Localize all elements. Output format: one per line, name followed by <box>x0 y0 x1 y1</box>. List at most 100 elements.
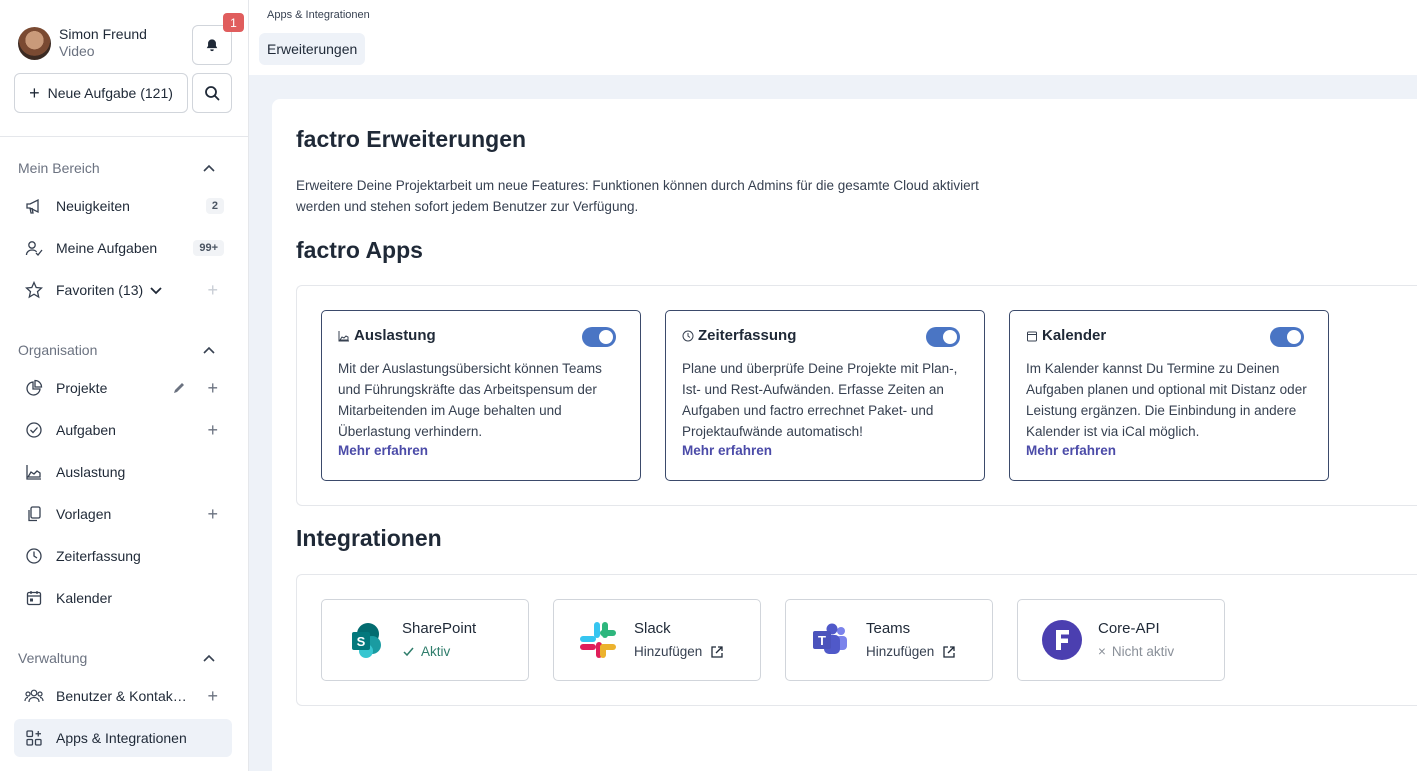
check-icon <box>403 647 414 657</box>
app-description: Im Kalender kannst Du Termine zu Deinen … <box>1026 361 1307 439</box>
count-badge: 2 <box>205 198 224 214</box>
user-name: Simon Freund <box>59 26 147 42</box>
app-description: Mit der Auslastungsübersicht können Team… <box>338 361 602 439</box>
integration-name: Core-API <box>1098 620 1160 637</box>
app-more-link[interactable]: Mehr erfahren <box>682 443 772 458</box>
add-template-button[interactable]: + <box>207 504 218 525</box>
sidebar-item-label: Neuigkeiten <box>56 198 130 214</box>
sidebar-item-label: Projekte <box>56 380 108 396</box>
external-link-icon <box>711 645 723 658</box>
area-chart-icon <box>338 330 350 342</box>
integration-status-label: Nicht aktiv <box>1111 644 1175 659</box>
calendar-icon <box>24 588 44 608</box>
integrations-section-title: Integrationen <box>296 525 442 551</box>
user-role: Video <box>59 43 95 59</box>
app-toggle[interactable] <box>1270 327 1304 347</box>
user-check-icon <box>24 238 44 258</box>
section-organisation: Organisation <box>18 342 98 358</box>
app-title: Kalender <box>1042 327 1107 344</box>
area-chart-icon <box>24 462 44 482</box>
chevron-up-icon[interactable] <box>202 343 216 357</box>
chevron-down-icon[interactable] <box>149 283 163 297</box>
search-button[interactable] <box>192 73 232 113</box>
integration-status: Hinzufügen <box>634 644 724 659</box>
breadcrumb[interactable]: Apps & Integrationen <box>267 9 370 21</box>
new-task-label: Neue Aufgabe (121) <box>47 85 173 101</box>
add-project-button[interactable]: + <box>207 378 218 399</box>
external-link-icon <box>943 645 955 658</box>
sidebar-item-label: Auslastung <box>56 464 126 480</box>
integration-card-teams[interactable]: T Teams Hinzufügen <box>785 599 993 681</box>
integration-status: Aktiv <box>402 644 450 659</box>
clock-icon <box>24 546 44 566</box>
integration-status: Hinzufügen <box>866 644 956 659</box>
integration-name: Slack <box>634 620 671 637</box>
integration-status-label: Hinzufügen <box>634 644 703 659</box>
sidebar-item-label: Favoriten (13) <box>56 282 144 298</box>
sidebar-item-projekte[interactable]: Projekte + <box>14 369 232 407</box>
app-title: Zeiterfassung <box>698 327 797 344</box>
count-badge: 99+ <box>193 240 224 256</box>
sidebar-item-apps[interactable]: Apps & Integrationen <box>14 719 232 757</box>
page-intro: Erweitere Deine Projektarbeit um neue Fe… <box>296 178 979 214</box>
app-card-kalender: Kalender Im Kalender kannst Du Termine z… <box>1009 310 1329 481</box>
sidebar-item-label: Vorlagen <box>56 506 112 522</box>
sidebar-item-label: Zeiterfassung <box>56 548 141 564</box>
sidebar: Simon Freund Video 1 + Neue Aufgabe (121… <box>0 0 249 771</box>
add-user-button[interactable]: + <box>207 686 218 707</box>
add-task-button[interactable]: + <box>207 420 218 441</box>
app-toggle[interactable] <box>926 327 960 347</box>
sidebar-item-zeiterfassung[interactable]: Zeiterfassung <box>14 537 232 575</box>
new-task-button[interactable]: + Neue Aufgabe (121) <box>14 73 188 113</box>
integration-card-core-api[interactable]: Core-API × Nicht aktiv <box>1017 599 1225 681</box>
integration-status: × Nicht aktiv <box>1098 644 1174 659</box>
sidebar-item-kalender[interactable]: Kalender <box>14 579 232 617</box>
sidebar-item-neuigkeiten[interactable]: Neuigkeiten 2 <box>14 187 232 225</box>
app-card-zeiterfassung: Zeiterfassung Plane und überprüfe Deine … <box>665 310 985 481</box>
factro-logo-icon <box>1042 620 1082 660</box>
sidebar-item-auslastung[interactable]: Auslastung <box>14 453 232 491</box>
sidebar-item-benutzer[interactable]: Benutzer & Kontak… + <box>14 677 232 715</box>
plus-icon: + <box>29 82 40 103</box>
app-more-link[interactable]: Mehr erfahren <box>338 443 428 458</box>
bell-icon <box>206 39 218 52</box>
sidebar-item-label: Apps & Integrationen <box>56 730 187 746</box>
pencil-icon[interactable] <box>172 381 186 395</box>
integration-name: Teams <box>866 620 911 637</box>
notification-count-badge: 1 <box>223 13 244 32</box>
tab-erweiterungen[interactable]: Erweiterungen <box>259 33 366 65</box>
integration-card-slack[interactable]: Slack Hinzufügen <box>553 599 761 681</box>
sidebar-item-favoriten[interactable]: Favoriten (13) + <box>14 271 232 309</box>
star-icon <box>24 280 44 300</box>
avatar <box>18 26 51 60</box>
sidebar-item-aufgaben[interactable]: Aufgaben + <box>14 411 232 449</box>
copy-icon <box>24 504 44 524</box>
add-favorite-button[interactable]: + <box>207 280 218 301</box>
user-profile[interactable]: Simon Freund Video <box>18 26 147 60</box>
sidebar-item-label: Benutzer & Kontak… <box>56 688 187 704</box>
search-icon <box>205 86 220 101</box>
page-title: factro Erweiterungen <box>296 126 527 152</box>
sidebar-item-meine-aufgaben[interactable]: Meine Aufgaben 99+ <box>14 229 232 267</box>
clock-icon <box>682 330 694 342</box>
x-icon: × <box>1098 644 1106 659</box>
app-toggle[interactable] <box>582 327 616 347</box>
integration-name: SharePoint <box>402 620 477 637</box>
sidebar-divider <box>0 136 249 137</box>
check-circle-icon <box>24 420 44 440</box>
megaphone-icon <box>24 196 44 216</box>
chevron-up-icon[interactable] <box>202 651 216 665</box>
section-mein-bereich: Mein Bereich <box>18 160 100 176</box>
sidebar-item-vorlagen[interactable]: Vorlagen + <box>14 495 232 533</box>
app-description: Plane und überprüfe Deine Projekte mit P… <box>682 361 958 439</box>
apps-section-title: factro Apps <box>296 237 423 263</box>
app-title: Auslastung <box>354 327 436 344</box>
app-more-link[interactable]: Mehr erfahren <box>1026 443 1116 458</box>
chevron-up-icon[interactable] <box>202 161 216 175</box>
pie-chart-icon <box>24 378 44 398</box>
svg-text:S: S <box>357 634 366 649</box>
teams-logo-icon: T <box>813 623 847 654</box>
apps-grid-icon <box>24 728 44 748</box>
calendar-icon <box>1026 330 1038 342</box>
integration-card-sharepoint[interactable]: S SharePoint Aktiv <box>321 599 529 681</box>
